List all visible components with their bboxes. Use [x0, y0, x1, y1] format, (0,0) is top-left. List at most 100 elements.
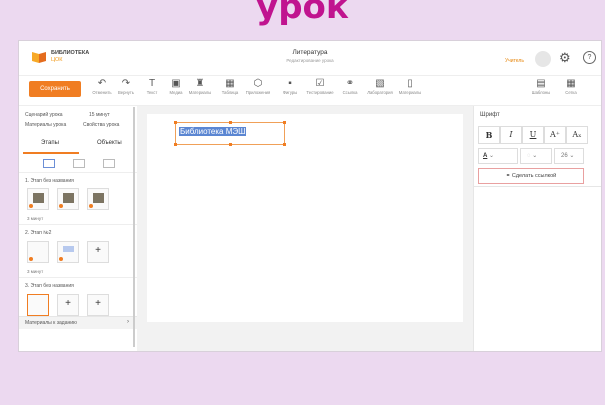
selected-text[interactable]: Библиотека МЭШ	[179, 127, 247, 136]
tab-stages[interactable]: Этапы	[41, 140, 59, 146]
test-icon: ☑	[315, 78, 325, 89]
link-icon: ⚭	[345, 78, 355, 89]
materials-icon: ♜	[195, 78, 205, 89]
slide-heading: урок	[256, 0, 349, 27]
font-size-value: 26	[561, 153, 568, 159]
stage-2-title[interactable]: 2. Этап №2	[25, 230, 51, 236]
chevron-down-icon: ⌄	[569, 153, 575, 159]
view-switcher	[19, 156, 137, 173]
tool-label: Материалы	[398, 90, 422, 95]
italic-button[interactable]: I	[500, 126, 522, 144]
stage-2-slide-1[interactable]	[27, 241, 49, 263]
tool-label: Сетка	[565, 90, 577, 95]
stage-3-slide-1[interactable]	[27, 294, 49, 316]
cube-icon: ⬡	[253, 78, 263, 89]
tool-label: Лаборатория	[367, 90, 393, 95]
underline-button[interactable]: U	[522, 126, 544, 144]
materials-link[interactable]: Материалы урока	[25, 122, 66, 128]
stage-1-slide-1[interactable]	[27, 188, 49, 210]
chevron-right-icon: ›	[127, 319, 129, 325]
slide-canvas[interactable]: Библиотека МЭШ	[147, 114, 463, 322]
stage-1-slide-3[interactable]	[87, 188, 109, 210]
stage-1-time[interactable]: 3 минут	[27, 216, 43, 221]
sidebar-scrollbar[interactable]	[133, 107, 135, 347]
font-size-select[interactable]: 26 ⌄	[554, 148, 584, 164]
text-color-dropdown[interactable]: A ⌄	[478, 148, 518, 164]
tab-objects[interactable]: Объекты	[97, 140, 122, 146]
file-icon: ▯	[407, 78, 413, 89]
add-slide-button[interactable]: +	[87, 294, 109, 316]
view-phone-icon[interactable]	[103, 159, 115, 168]
tool-materials[interactable]: ♜ Материалы	[185, 78, 215, 96]
highlight-icon: ◌	[527, 153, 531, 159]
slide-thumbnail-icon	[33, 193, 44, 203]
font-decrease-button[interactable]: Aₓ	[566, 126, 588, 144]
scenario-label[interactable]: Сценарий урока	[25, 112, 63, 118]
add-slide-button[interactable]: +	[57, 294, 79, 316]
lesson-sidebar: Сценарий урока 15 минут Материалы урока …	[19, 106, 138, 351]
tool-cube[interactable]: ⬡ Приложения	[243, 78, 273, 96]
tool-label: Материалы	[188, 90, 212, 95]
tool-label: Шаблоны	[531, 90, 551, 95]
resize-handle[interactable]	[174, 121, 177, 124]
tool-test[interactable]: ☑ Тестирование	[305, 78, 335, 96]
template-icon: ▤	[536, 78, 546, 89]
tool-label: Тестирование	[306, 90, 334, 95]
lab-icon: ▧	[375, 78, 385, 89]
gear-icon[interactable]: ⚙	[559, 51, 571, 64]
time-total: 15 минут	[89, 112, 110, 118]
text-block[interactable]: Библиотека МЭШ	[174, 121, 286, 146]
plus-icon: +	[95, 298, 101, 309]
status-dot-icon	[29, 204, 33, 208]
divider	[474, 186, 601, 187]
resize-handle[interactable]	[229, 121, 232, 124]
status-dot-icon	[89, 204, 93, 208]
status-dot-icon	[29, 257, 33, 261]
resize-handle[interactable]	[174, 143, 177, 146]
grid-icon: ▦	[566, 78, 576, 89]
stage-2-time[interactable]: 3 минут	[27, 269, 43, 274]
link-icon: ⚭	[505, 173, 511, 179]
add-slide-button[interactable]: +	[87, 241, 109, 263]
font-increase-button[interactable]: A⁺	[544, 126, 566, 144]
font-panel-title: Шрифт	[480, 112, 500, 118]
tool-shapes[interactable]: ▪ Фигуры	[275, 78, 305, 96]
tool-template[interactable]: ▤ Шаблоны	[527, 78, 555, 96]
slide-thumbnail-icon	[63, 193, 74, 203]
slide-thumbnail-icon	[93, 193, 104, 203]
tool-grid[interactable]: ▦ Сетка	[557, 78, 585, 96]
tool-link[interactable]: ⚭ Ссылка	[335, 78, 365, 96]
help-icon[interactable]: ?	[583, 51, 596, 64]
tool-label: Фигуры	[282, 90, 298, 95]
lesson-properties-link[interactable]: Свойства урока	[83, 122, 119, 128]
plus-icon: +	[65, 298, 71, 309]
tool-file[interactable]: ▯ Материалы	[395, 78, 425, 96]
status-dot-icon	[59, 257, 63, 261]
app-header: БИБЛИОТЕКА ЦОК Литература Редактирование…	[19, 41, 601, 76]
highlight-dropdown[interactable]: ◌ ⌄	[520, 148, 552, 164]
view-list-icon[interactable]	[43, 159, 55, 168]
stage-1-title[interactable]: 1. Этап без названия	[25, 178, 74, 184]
save-button[interactable]: Сохранить	[29, 81, 81, 97]
materials-to-task-bar[interactable]: Материалы к заданию ›	[19, 316, 137, 329]
stage-3-title[interactable]: 3. Этап без названия	[25, 283, 74, 289]
tool-lab[interactable]: ▧ Лаборатория	[365, 78, 395, 96]
make-link-button[interactable]: ⚭ Сделать ссылкой	[478, 168, 584, 184]
avatar[interactable]	[535, 51, 551, 67]
user-role[interactable]: Учитель	[505, 58, 524, 64]
resize-handle[interactable]	[283, 143, 286, 146]
canvas-area: Библиотека МЭШ	[137, 106, 473, 351]
chevron-down-icon: ⌄	[489, 153, 495, 159]
view-grid-icon[interactable]	[73, 159, 85, 168]
stage-1-slide-2[interactable]	[57, 188, 79, 210]
editor-window: БИБЛИОТЕКА ЦОК Литература Редактирование…	[18, 40, 602, 352]
table-icon: ▦	[225, 78, 235, 89]
stage-2-slide-2[interactable]	[57, 241, 79, 263]
resize-handle[interactable]	[229, 143, 232, 146]
resize-handle[interactable]	[283, 121, 286, 124]
font-panel: Шрифт B I U A⁺ Aₓ A ⌄ ◌ ⌄ 26 ⌄ ⚭ Сделать…	[473, 106, 601, 351]
tool-table[interactable]: ▦ Таблица	[215, 78, 245, 96]
bold-button[interactable]: B	[478, 126, 500, 144]
tool-label: Приложения	[245, 90, 271, 95]
plus-icon: +	[95, 245, 101, 256]
